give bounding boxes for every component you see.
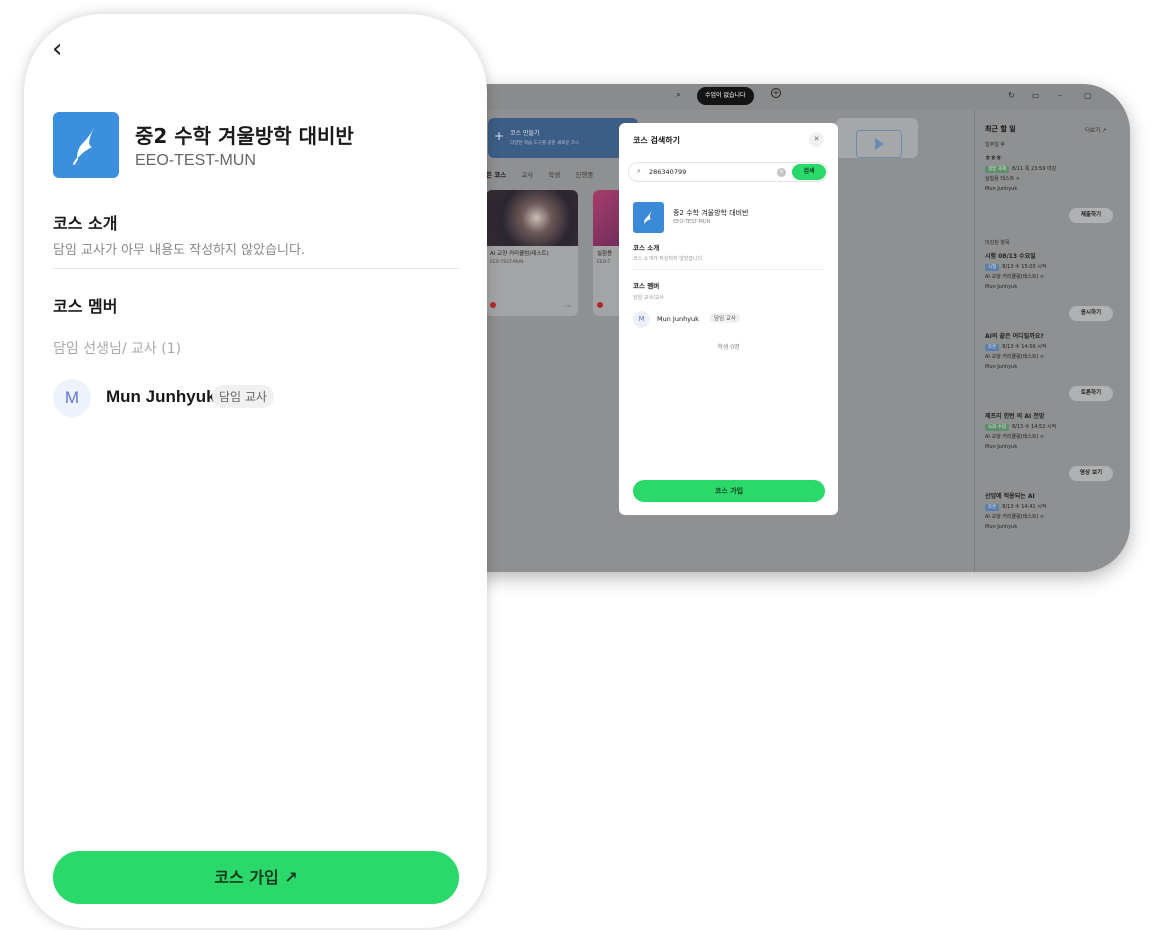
modal-title: 코스 검색하기 — [633, 136, 680, 145]
members-heading: 코스 멤버 — [53, 297, 118, 316]
desktop-window: ⌕ 수업이 없습니다 + ↻ ▭ – ▢ + 코스 만들기 다양한 학습 도구를… — [436, 84, 1130, 572]
no-class-pill[interactable]: 수업이 없습니다 — [697, 87, 754, 105]
take-test-button[interactable]: 응시하기 — [1069, 306, 1113, 321]
recent-todo-panel: 최근 할 일 더보기 ↗ 일주일 후 ㅎㅎㅎ 결말 과제 8/11 목 23:59… — [974, 110, 1130, 572]
back-icon[interactable]: ‹ — [52, 34, 62, 64]
course-name: 중2 수학 겨울방학 대비반 — [673, 209, 749, 217]
todo-section-label: 일주일 후 — [985, 142, 1005, 148]
join-course-button[interactable]: 코스 가입 — [633, 480, 825, 502]
more-icon[interactable]: ⋯ — [565, 302, 572, 310]
bird-icon — [73, 126, 95, 165]
divider — [633, 269, 825, 270]
role-label: 담임 선생님/ 교사 (1) — [53, 341, 182, 357]
search-icon[interactable]: ⌕ — [676, 90, 681, 100]
submit-button[interactable]: 제출하기 — [1069, 208, 1113, 223]
course-search-modal: 코스 검색하기 ✕ ⌕ 286340799 ✕ 검색 중2 수학 겨울방학 대비… — [619, 123, 838, 515]
create-course-title: 코스 만들기 — [510, 130, 540, 137]
role-label: 담임 교사/교사 — [633, 295, 664, 301]
tab-teacher[interactable]: 교사 — [521, 171, 533, 179]
todo-section-label: 마감된 항목 — [985, 240, 1010, 246]
members-heading: 코스 멤버 — [633, 282, 660, 290]
notification-dot — [597, 302, 603, 308]
minimize-icon[interactable]: – — [1058, 91, 1062, 100]
avatar: M — [53, 379, 91, 417]
course-code: EEO-TEST-MUN — [673, 219, 711, 225]
search-button[interactable]: 검색 — [792, 164, 826, 180]
layout-icon[interactable]: ▭ — [1032, 91, 1040, 100]
tab-student[interactable]: 학생 — [548, 171, 560, 179]
intro-heading: 코스 소개 — [633, 244, 660, 252]
clear-icon[interactable]: ✕ — [777, 168, 786, 177]
bird-icon — [644, 210, 652, 224]
notification-dot — [490, 302, 496, 308]
desktop-topbar: ⌕ 수업이 없습니다 + ↻ ▭ – ▢ — [436, 84, 1130, 110]
todo-item[interactable]: 제프리 힌턴 의 AI 전망 녹화 수업 8/13 수 14:52 시작 AI 교… — [985, 412, 1115, 452]
todo-more-link[interactable]: 더보기 ↗ — [1085, 126, 1107, 134]
student-count: 학생 0명 — [717, 344, 740, 351]
course-tabs: 든 코스 교사 학생 진행중 — [486, 169, 606, 179]
refresh-icon[interactable]: ↻ — [1008, 91, 1015, 100]
search-value: 286340799 — [649, 168, 687, 176]
member-name: Mun Junhyuk — [657, 315, 699, 323]
discuss-button[interactable]: 토론하기 — [1069, 386, 1113, 401]
intro-text: 담임 교사가 아무 내용도 작성하지 않았습니다. — [53, 243, 306, 258]
create-course-card[interactable]: + 코스 만들기 다양한 학습 도구를 갖춘 새로운 코스 — [488, 118, 638, 158]
course-code: EEO-TEST-MUN — [135, 152, 256, 169]
course-name: 중2 수학 겨울방학 대비반 — [135, 124, 354, 148]
play-icon — [856, 130, 902, 158]
intro-heading: 코스 소개 — [53, 214, 118, 233]
role-badge: 담임 교사 — [212, 385, 274, 408]
video-card[interactable] — [836, 118, 918, 158]
todo-item[interactable]: AI의 끝은 어디일까요? 토론 8/13 수 14:56 시작 AI 교양 커리… — [985, 332, 1115, 372]
maximize-icon[interactable]: ▢ — [1084, 91, 1092, 100]
member-name: Mun Junhyuk — [106, 387, 216, 406]
join-course-button[interactable]: 코스 가입 ↗ — [53, 851, 459, 904]
plus-icon: + — [494, 129, 505, 143]
course-icon — [633, 202, 664, 233]
course-card[interactable]: AI 교양 커리큘럼(테스트) EEO-TEST-MUN ⋯ — [486, 190, 578, 316]
todo-item[interactable]: 시험 08/13 수요일 시험 8/13 수 15:03 시작 AI 교양 커리큘… — [985, 252, 1115, 292]
course-code: EEO-TEST-MUN — [490, 260, 524, 265]
course-thumbnail — [486, 190, 578, 246]
todo-item[interactable]: 산업에 적용되는 AI 토론 8/13 수 14:41 시작 AI 교양 커리큘럼… — [985, 492, 1115, 532]
avatar: M — [633, 311, 650, 328]
course-title: AI 교양 커리큘럼(테스트) — [490, 251, 549, 257]
course-search-input[interactable]: ⌕ 286340799 ✕ 검색 — [628, 162, 828, 182]
create-course-subtitle: 다양한 학습 도구를 갖춘 새로운 코스 — [510, 141, 580, 146]
tab-all-courses[interactable]: 든 코스 — [486, 171, 506, 179]
role-badge: 담임 교사 — [710, 313, 740, 323]
phone-screen: ‹ 중2 수학 겨울방학 대비반 EEO-TEST-MUN 코스 소개 담임 교… — [24, 14, 487, 928]
search-icon: ⌕ — [637, 167, 641, 175]
close-icon[interactable]: ✕ — [809, 132, 824, 147]
todo-item[interactable]: ㅎㅎㅎ 결말 과제 8/11 목 23:59 마감 실험용 테스트 > Mun J… — [985, 154, 1115, 194]
add-circle-icon[interactable]: + — [771, 88, 781, 98]
watch-video-button[interactable]: 영상 보기 — [1069, 466, 1113, 481]
course-icon — [53, 112, 119, 178]
tab-in-progress[interactable]: 진행중 — [575, 171, 593, 179]
intro-text: 코스 소개가 작성되지 않았습니다 — [633, 256, 703, 262]
divider — [53, 268, 459, 269]
